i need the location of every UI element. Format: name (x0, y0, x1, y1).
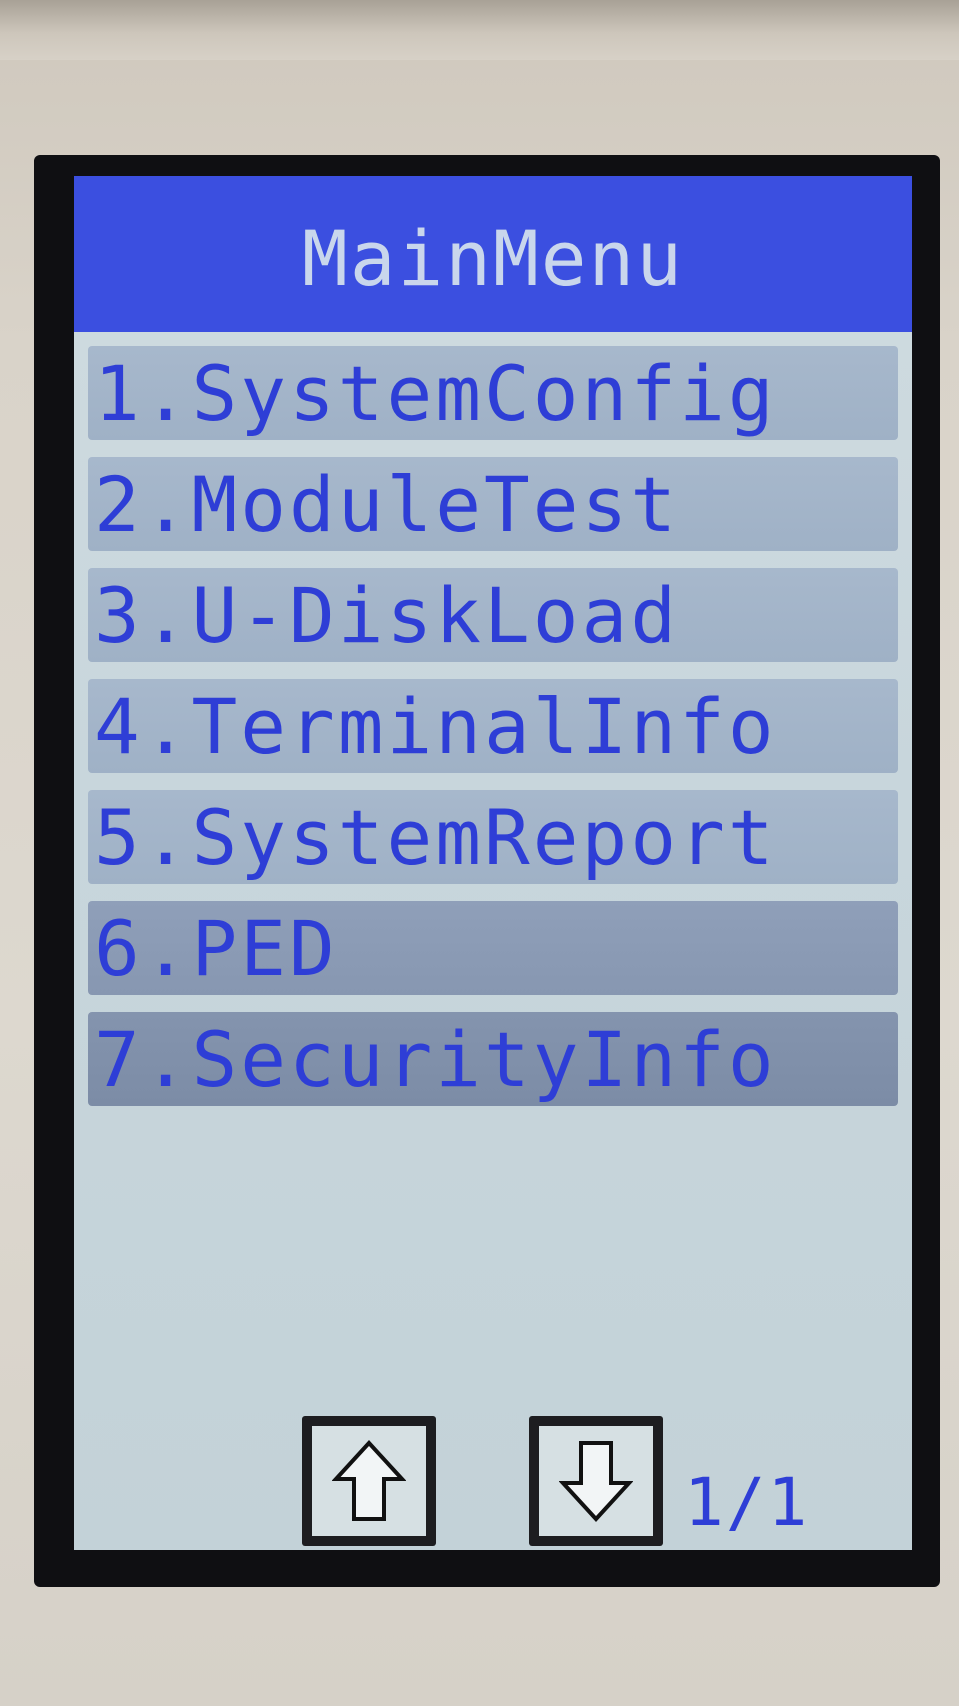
page-title: MainMenu (301, 213, 685, 303)
menu-item-ped[interactable]: 6.PED (88, 901, 898, 995)
menu-item-u-disk-load[interactable]: 3.U-DiskLoad (88, 568, 898, 662)
menu-item-label: 1.SystemConfig (94, 348, 777, 438)
menu-item-label: 2.ModuleTest (94, 459, 680, 549)
menu-item-terminal-info[interactable]: 4.TerminalInfo (88, 679, 898, 773)
pager: 1/1 (74, 1416, 912, 1550)
terminal-screen: MainMenu 1.SystemConfig 2.ModuleTest 3.U… (74, 176, 912, 1550)
menu-item-security-info[interactable]: 7.SecurityInfo (88, 1012, 898, 1106)
menu-item-system-report[interactable]: 5.SystemReport (88, 790, 898, 884)
title-bar: MainMenu (74, 176, 912, 332)
menu-item-label: 4.TerminalInfo (94, 681, 777, 771)
main-menu: 1.SystemConfig 2.ModuleTest 3.U-DiskLoad… (88, 346, 898, 1123)
page-up-button[interactable] (302, 1416, 436, 1546)
page-indicator: 1/1 (684, 1464, 810, 1541)
page-down-button[interactable] (529, 1416, 663, 1546)
menu-item-module-test[interactable]: 2.ModuleTest (88, 457, 898, 551)
menu-item-label: 3.U-DiskLoad (94, 570, 680, 660)
menu-item-label: 6.PED (94, 903, 338, 993)
arrow-down-icon (559, 1441, 633, 1522)
device-housing-edge (0, 0, 959, 60)
arrow-up-icon (332, 1440, 406, 1521)
menu-item-system-config[interactable]: 1.SystemConfig (88, 346, 898, 440)
menu-item-label: 7.SecurityInfo (94, 1014, 777, 1104)
menu-item-label: 5.SystemReport (94, 792, 777, 882)
